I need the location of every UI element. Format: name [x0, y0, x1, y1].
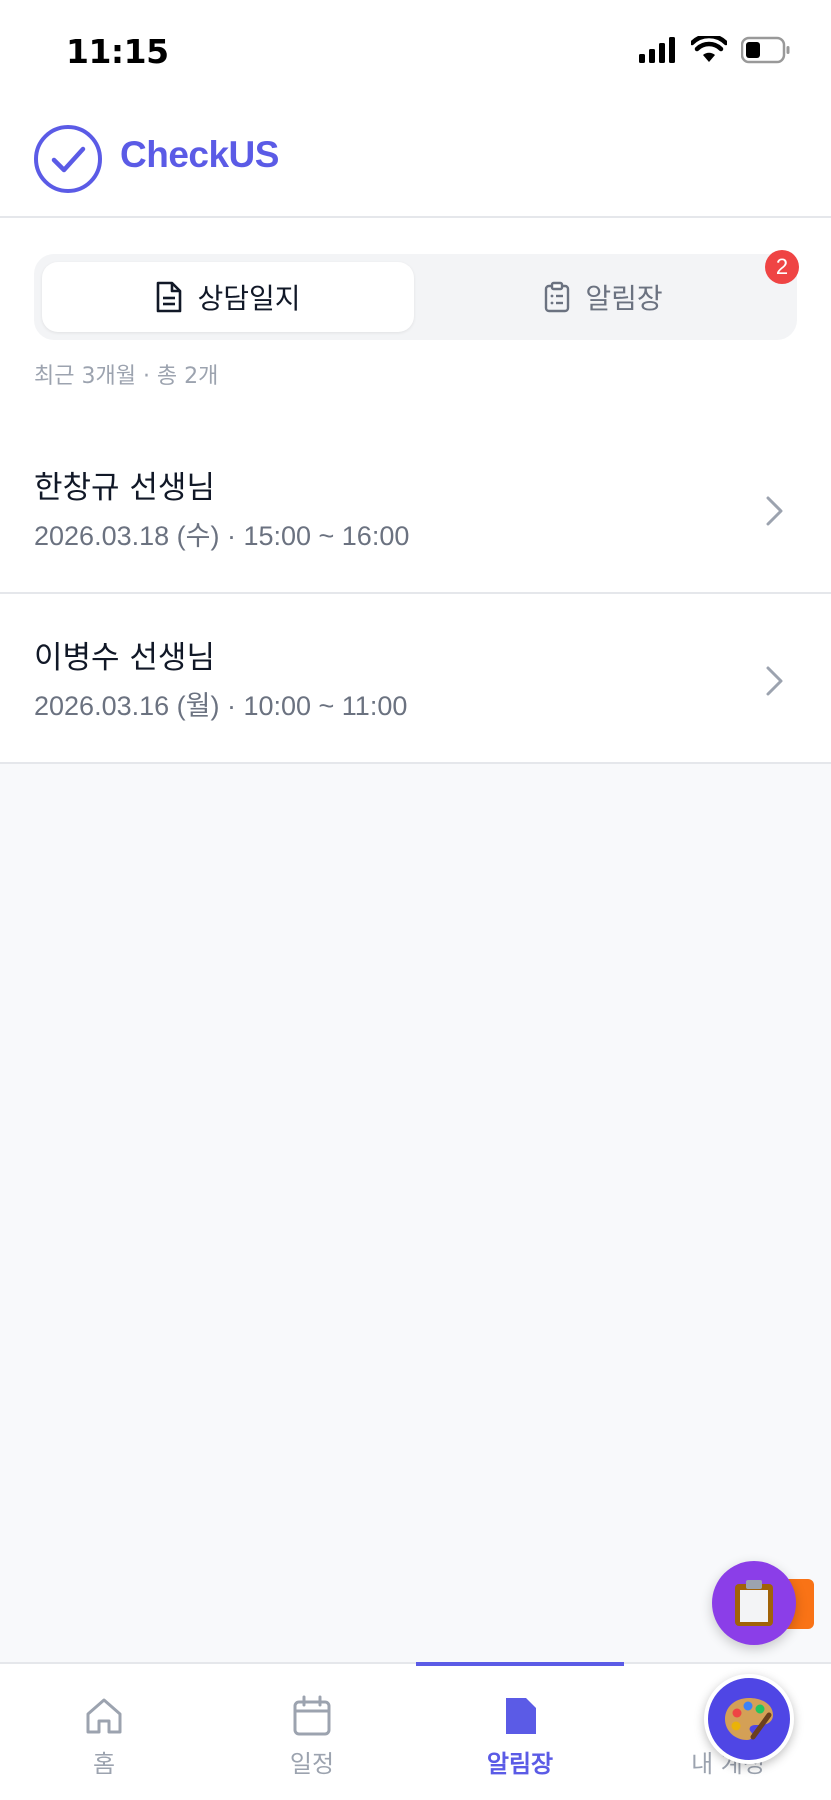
- nav-home-label: 홈: [92, 1750, 116, 1778]
- consultation-datetime: 2026.03.18 (수) · 15:00 ~ 16:00: [34, 521, 410, 551]
- teacher-name: 한창규 선생님: [34, 470, 215, 506]
- chevron-right-icon: [766, 666, 783, 696]
- clipboard-fab-button[interactable]: [712, 1561, 796, 1645]
- nav-notice[interactable]: 알림장: [416, 1664, 624, 1800]
- nav-home[interactable]: 홈: [0, 1664, 208, 1800]
- tab-consultation-log[interactable]: 상담일지: [42, 262, 414, 332]
- nav-schedule-label: 일정: [289, 1750, 335, 1778]
- cellular-signal-icon: [639, 37, 675, 63]
- list-summary: 최근 3개월 · 총 2개: [34, 364, 219, 389]
- clipboard-icon: [545, 281, 570, 313]
- tab-notice-label: 알림장: [585, 282, 663, 315]
- status-time: 11:15: [66, 32, 169, 71]
- app-title: CheckUS: [120, 134, 279, 175]
- nav-notice-label: 알림장: [486, 1750, 554, 1778]
- app-header: CheckUS: [0, 104, 831, 218]
- tab-notice[interactable]: 알림장: [417, 262, 789, 332]
- clipboard-emoji-icon: [735, 1580, 773, 1626]
- nav-schedule[interactable]: 일정: [208, 1664, 416, 1800]
- wifi-icon: [691, 36, 727, 62]
- document-icon: [157, 281, 182, 313]
- palette-fab-button[interactable]: [704, 1674, 794, 1764]
- status-bar: 11:15: [0, 0, 831, 104]
- check-circle-logo-icon: [34, 125, 102, 193]
- home-icon: [86, 1698, 122, 1734]
- notification-badge: 2: [765, 250, 799, 284]
- calendar-icon: [293, 1695, 331, 1736]
- teacher-name: 이병수 선생님: [34, 640, 215, 676]
- battery-icon: [741, 36, 790, 64]
- list-item[interactable]: 이병수 선생님 2026.03.16 (월) · 10:00 ~ 11:00: [0, 594, 831, 764]
- palette-icon: [725, 1698, 773, 1740]
- note-icon: [506, 1698, 536, 1734]
- status-icons: [639, 36, 791, 64]
- list-item[interactable]: 한창규 선생님 2026.03.18 (수) · 15:00 ~ 16:00: [0, 424, 831, 594]
- chevron-right-icon: [766, 496, 783, 526]
- tab-consultation-label: 상담일지: [197, 282, 301, 315]
- segmented-tabs: 상담일지 알림장 2: [34, 250, 799, 340]
- app-screen: 11:15 CheckUS 상담일지 알림장 2 최근 3개월 · 총 2개 한…: [0, 0, 831, 1800]
- consultation-datetime: 2026.03.16 (월) · 10:00 ~ 11:00: [34, 691, 408, 721]
